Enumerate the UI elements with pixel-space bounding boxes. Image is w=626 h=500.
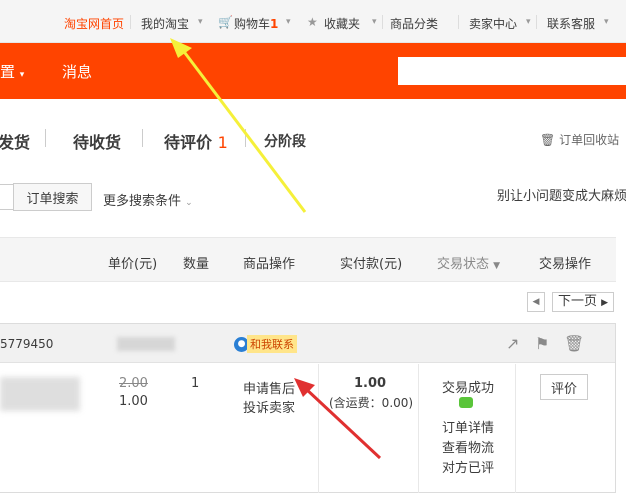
complain-seller-link[interactable]: 投诉卖家 bbox=[243, 397, 295, 416]
product-image-redacted[interactable] bbox=[0, 377, 80, 411]
seller-center-link[interactable]: 卖家中心 bbox=[469, 15, 517, 32]
review-button[interactable]: 评价 bbox=[540, 374, 588, 400]
site-top-bar: 淘宝网首页 我的淘宝 ▾ 🛒 购物车1 ▾ ★ 收藏夹 ▾ 商品分类 卖家中心 … bbox=[0, 0, 626, 43]
star-icon: ★ bbox=[307, 15, 318, 29]
chevron-down-icon[interactable]: ▾ bbox=[526, 17, 531, 27]
share-icon[interactable]: ↗ bbox=[506, 334, 519, 353]
order-search-input[interactable] bbox=[0, 184, 14, 210]
trade-status: 交易成功 bbox=[442, 381, 495, 396]
order-card: 5779450 ● 和我联系 ↗ ⚑ 🗑 2.00 1.00 1 申请售后 投诉卖… bbox=[0, 323, 616, 493]
more-conditions-label: 更多搜索条件 bbox=[103, 194, 182, 209]
divider bbox=[142, 129, 143, 147]
trash-icon: 🗑 bbox=[540, 133, 556, 147]
order-search-row: 订单搜索 更多搜索条件 ⌄ 别让小问题变成大麻烦 bbox=[0, 181, 626, 213]
flag-icon[interactable]: ⚑ bbox=[535, 334, 549, 353]
paid-amount: 1.00 bbox=[354, 376, 387, 391]
contact-label: 和我联系 bbox=[247, 335, 297, 353]
reviewed-status: 对方已评 bbox=[442, 461, 495, 476]
tab-installment[interactable]: 分阶段 bbox=[264, 131, 306, 151]
cart-icon: 🛒 bbox=[218, 15, 233, 29]
quantity-value: 1 bbox=[191, 376, 200, 391]
settings-menu[interactable]: 置 ▾ bbox=[0, 61, 24, 82]
order-status-tabs: 发货 待收货 待评价 1 分阶段 🗑 订单回收站 bbox=[0, 99, 626, 177]
tab-to-review-label: 待评价 bbox=[164, 133, 213, 152]
shipping-fee: (含运费：0.00) bbox=[329, 396, 414, 410]
chevron-down-icon: ⌄ bbox=[185, 198, 193, 208]
status-filter-dropdown[interactable]: 交易状态 ▼ bbox=[437, 253, 500, 272]
order-item-row: 2.00 1.00 1 申请售后 投诉卖家 1.00 (含运费：0.00) 交易… bbox=[0, 364, 615, 493]
chevron-down-icon[interactable]: ▾ bbox=[198, 17, 203, 27]
chevron-down-icon[interactable]: ▾ bbox=[372, 17, 377, 27]
promo-text[interactable]: 别让小问题变成大麻烦 bbox=[497, 185, 626, 204]
messages-link[interactable]: 消息 bbox=[62, 61, 92, 82]
review-count-badge: 1 bbox=[217, 133, 228, 152]
view-logistics-link[interactable]: 查看物流 bbox=[442, 437, 494, 456]
my-taobao-link[interactable]: 我的淘宝 bbox=[141, 15, 189, 32]
cart-count-badge: 1 bbox=[270, 17, 279, 31]
prev-page-button[interactable]: ◀ bbox=[527, 292, 545, 312]
divider bbox=[130, 15, 131, 29]
settings-label: 置 bbox=[0, 63, 16, 81]
site-search-input[interactable] bbox=[398, 57, 626, 85]
more-conditions-toggle[interactable]: 更多搜索条件 ⌄ bbox=[103, 190, 193, 209]
order-table-header: 单价(元) 数量 商品操作 实付款(元) 交易状态 ▼ 交易操作 bbox=[0, 237, 616, 282]
chat-icon[interactable] bbox=[459, 397, 473, 408]
divider bbox=[245, 129, 246, 147]
favorites-link[interactable]: 收藏夹 bbox=[324, 15, 360, 32]
tab-to-ship[interactable]: 发货 bbox=[0, 129, 30, 153]
pager: ◀ 下一页 ▶ bbox=[0, 282, 626, 322]
paid-header: 实付款(元) bbox=[340, 257, 403, 272]
unit-price: 1.00 bbox=[119, 394, 148, 409]
categories-link[interactable]: 商品分类 bbox=[390, 15, 438, 32]
main-nav-bar: 置 ▾ 消息 bbox=[0, 43, 626, 99]
recycle-bin-link[interactable]: 🗑 订单回收站 bbox=[540, 131, 619, 148]
order-header: 5779450 ● 和我联系 ↗ ⚑ 🗑 bbox=[0, 324, 615, 363]
divider bbox=[536, 15, 537, 29]
chevron-down-icon: ▾ bbox=[19, 70, 25, 80]
divider bbox=[382, 15, 383, 29]
divider bbox=[318, 364, 319, 493]
next-page-button[interactable]: 下一页 ▶ bbox=[552, 292, 614, 312]
after-sale-link[interactable]: 申请售后 bbox=[243, 378, 295, 397]
chevron-down-icon: ▼ bbox=[493, 261, 501, 271]
tab-to-receive[interactable]: 待收货 bbox=[73, 129, 121, 153]
cart-link[interactable]: 购物车1 bbox=[234, 15, 278, 32]
divider bbox=[515, 364, 516, 493]
contact-service-link[interactable]: 联系客服 bbox=[547, 15, 595, 32]
delete-icon[interactable]: 🗑 bbox=[564, 334, 584, 353]
product-ops-header: 商品操作 bbox=[243, 257, 296, 272]
quantity-header: 数量 bbox=[183, 257, 210, 272]
chevron-down-icon[interactable]: ▾ bbox=[604, 17, 609, 27]
next-page-label: 下一页 bbox=[557, 294, 597, 309]
chevron-down-icon[interactable]: ▾ bbox=[286, 17, 291, 27]
original-price: 2.00 bbox=[119, 376, 148, 391]
chevron-right-icon: ▶ bbox=[601, 298, 609, 308]
tab-to-review[interactable]: 待评价 1 bbox=[164, 129, 228, 153]
order-id: 5779450 bbox=[0, 337, 54, 351]
order-search-button[interactable]: 订单搜索 bbox=[13, 183, 92, 211]
recycle-bin-label: 订单回收站 bbox=[559, 133, 620, 147]
contact-seller-button[interactable]: ● 和我联系 bbox=[234, 335, 297, 353]
shop-name-redacted bbox=[117, 337, 175, 351]
cart-label: 购物车 bbox=[234, 17, 271, 31]
taobao-home-link[interactable]: 淘宝网首页 bbox=[64, 15, 124, 32]
divider bbox=[45, 129, 46, 147]
divider bbox=[458, 15, 459, 29]
unit-price-header: 单价(元) bbox=[108, 257, 158, 272]
status-header-label: 交易状态 bbox=[437, 257, 490, 272]
trade-ops-header: 交易操作 bbox=[539, 257, 592, 272]
divider bbox=[418, 364, 419, 493]
order-detail-link[interactable]: 订单详情 bbox=[442, 417, 494, 436]
